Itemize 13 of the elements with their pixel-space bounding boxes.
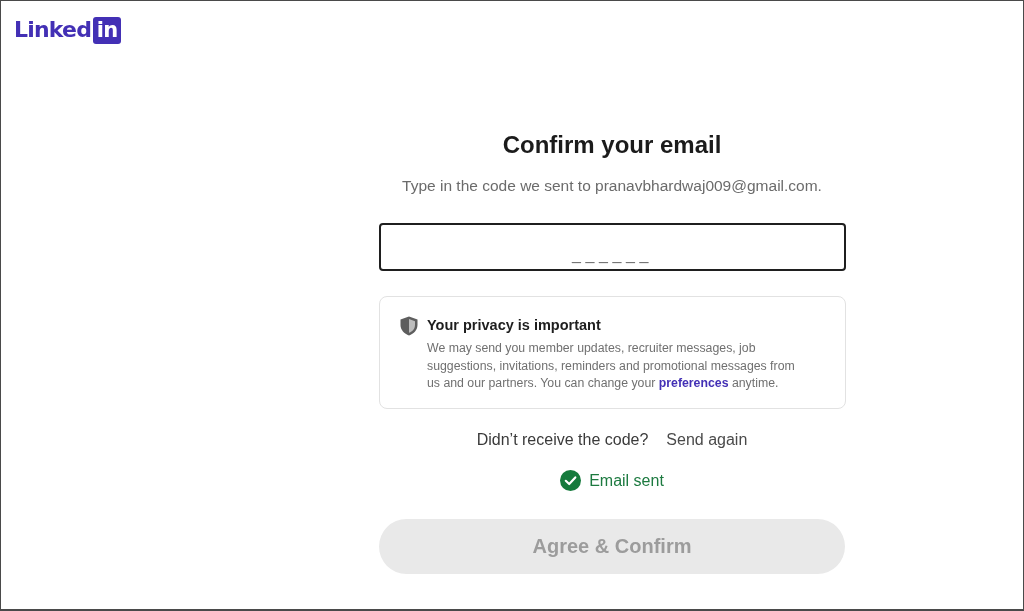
status-message: Email sent: [589, 470, 664, 491]
send-again-link[interactable]: Send again: [666, 428, 748, 451]
logo-badge: in: [93, 16, 122, 44]
check-circle-icon: [560, 470, 582, 491]
resend-prompt: Didn’t receive the code?: [476, 429, 649, 450]
code-input[interactable]: ______: [379, 223, 846, 271]
instruction-text: Type in the code we sent to pranavbhardwaj009@gmail.com.: [402, 176, 822, 196]
privacy-title: Your privacy is important: [427, 316, 602, 335]
preferences-link[interactable]: preferences: [658, 376, 729, 390]
logo-wordmark: Linked: [14, 16, 92, 44]
page-title: Confirm your email: [502, 130, 722, 160]
privacy-description: We may send you member updates, recruiter messages, job suggestions, invitations, reminders and promotional messages from us and our partners. You can change your preferences anytime.: [427, 340, 796, 392]
shield-icon: [400, 316, 418, 336]
